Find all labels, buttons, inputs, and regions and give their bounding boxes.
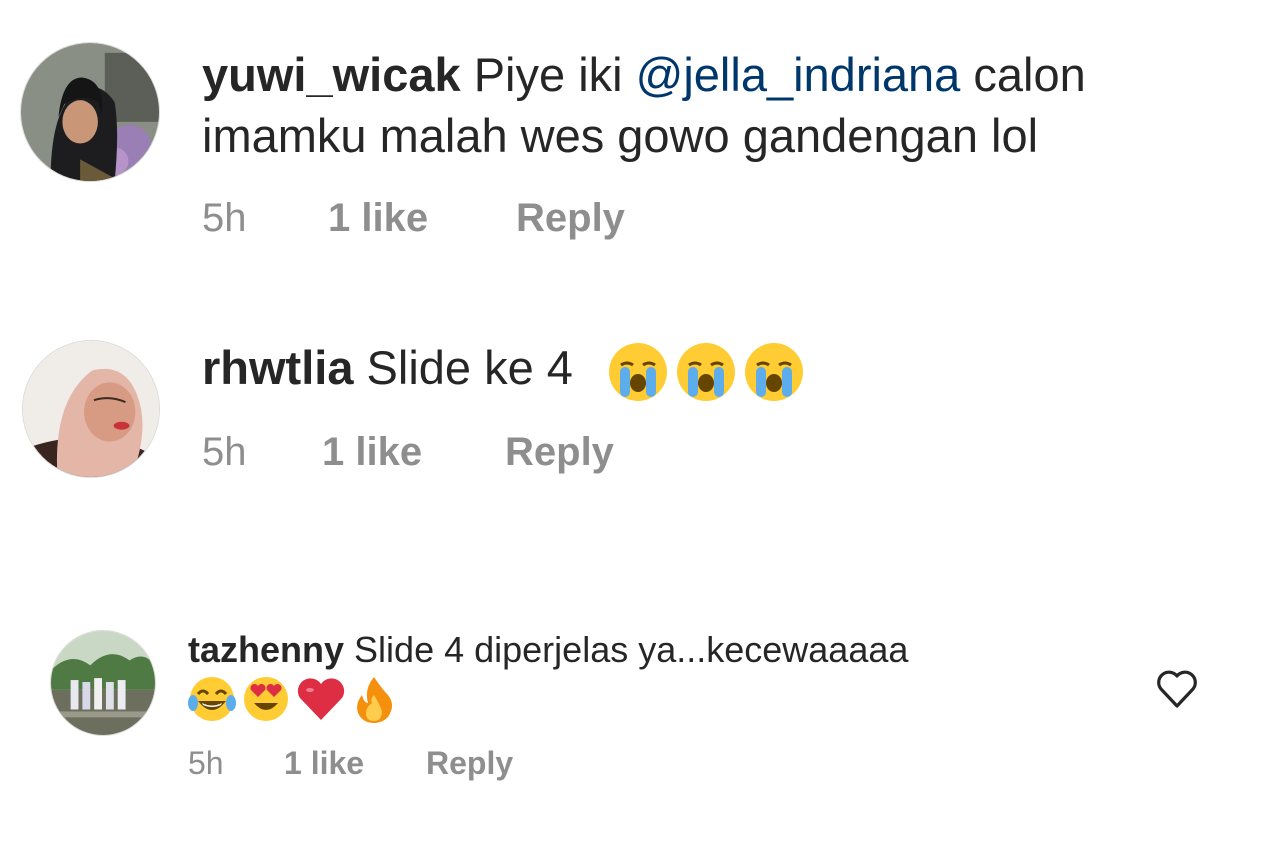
mention-link[interactable]: @jella_indriana [636,48,961,101]
reply-button[interactable]: Reply [426,745,513,782]
likes-count[interactable]: 1 like [284,745,426,782]
comment-body: Piye iki [473,48,636,101]
smiling-face-with-heart-eyes-icon [242,675,290,723]
username[interactable]: tazhenny [188,629,344,670]
comment-text: yuwi_wicak Piye iki @jella_indriana calo… [202,44,1262,166]
username[interactable]: rhwtlia [202,341,353,394]
comment-meta: 5h 1 like Reply [202,430,614,475]
comment-text: rhwtlia Slide ke 4 [202,337,1202,403]
avatar[interactable] [50,630,156,736]
heart-outline-icon[interactable] [1155,668,1199,710]
comment-meta: 5h 1 like Reply [188,745,513,782]
likes-count[interactable]: 1 like [328,196,516,241]
loudly-crying-face-icon [607,341,669,403]
comment-meta: 5h 1 like Reply [202,196,625,241]
avatar[interactable] [22,340,160,478]
loudly-crying-face-icon [675,341,737,403]
fire-icon [352,675,396,724]
timestamp: 5h [188,745,224,781]
timestamp: 5h [202,196,247,240]
comment-body: Slide 4 diperjelas ya...kecewaaaaa [354,629,909,670]
timestamp: 5h [202,430,247,474]
reply-button[interactable]: Reply [505,430,614,475]
face-with-tears-of-joy-icon [188,675,236,723]
comment-body: Slide ke 4 [366,341,573,394]
loudly-crying-face-icon [743,341,805,403]
avatar[interactable] [20,42,160,182]
likes-count[interactable]: 1 like [322,430,505,475]
reply-button[interactable]: Reply [516,196,625,241]
username[interactable]: yuwi_wicak [202,48,461,101]
comment-text: tazhenny Slide 4 diperjelas ya...kecewaa… [188,627,1088,724]
red-heart-icon [296,676,346,722]
